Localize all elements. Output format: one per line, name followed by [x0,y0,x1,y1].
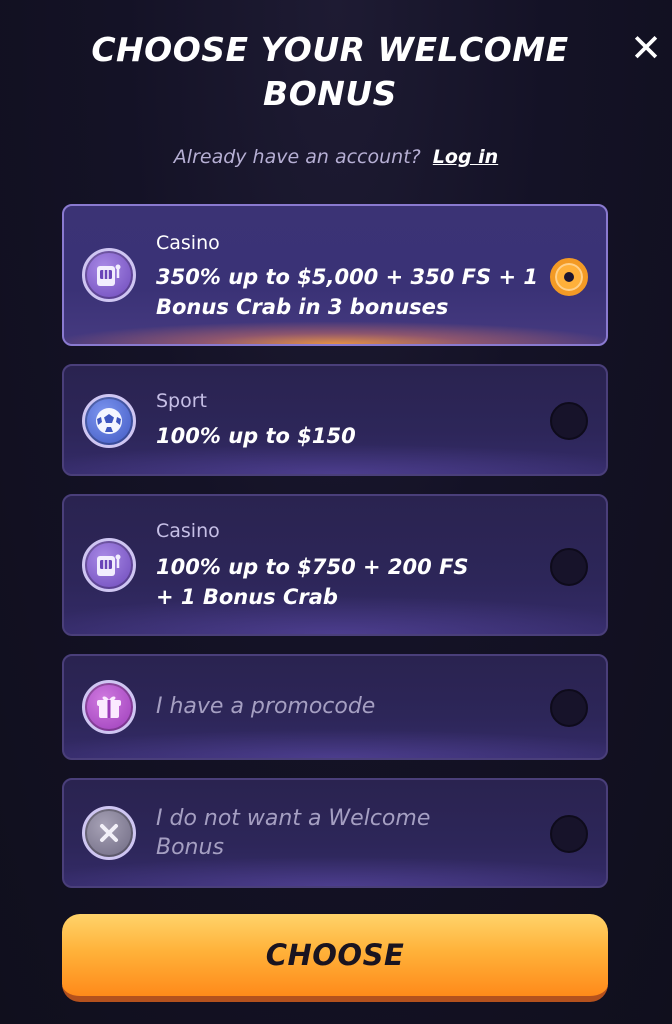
slot-machine-icon [82,538,136,592]
slot-machine-icon [82,248,136,302]
offer-line-2: + 1 Bonus Crab [156,585,338,609]
option-offer: 100% up to $150 [156,424,356,448]
no-bonus-line-1: I do not want a Welcome [156,806,431,831]
offer-line-1: 100% up to $750 + 200 FS [156,555,469,579]
option-category: Sport [156,390,208,412]
radio-unselected[interactable] [550,689,588,727]
close-button[interactable]: ✕ [626,28,666,68]
close-icon: ✕ [630,26,662,70]
login-question: Already have an account? [173,146,421,168]
modal-header: CHOOSE YOUR WELCOME BONUS ✕ [0,0,672,200]
option-category: Casino [156,232,220,254]
bonus-option-sport-150[interactable]: Sport 100% up to $150 [62,364,608,476]
gift-icon [82,680,136,734]
soccer-ball-icon [82,394,136,448]
option-offer: 100% up to $750 + 200 FS + 1 Bonus Crab [156,552,546,612]
option-offer: 350% up to $5,000 + 350 FS + 1 Bonus Cra… [156,262,546,322]
radio-unselected[interactable] [550,815,588,853]
radio-selected[interactable] [550,258,588,296]
choose-button[interactable]: CHOOSE [62,914,608,1002]
modal-title: CHOOSE YOUR WELCOME BONUS [80,28,580,116]
option-category: Casino [156,520,220,542]
x-circle-icon [82,806,136,860]
title-line-2: BONUS [263,74,397,113]
title-line-1: CHOOSE YOUR WELCOME [91,30,569,69]
login-prompt: Already have an account? Log in [0,146,672,168]
radio-unselected[interactable] [550,548,588,586]
promocode-label: I have a promocode [156,694,376,719]
radio-unselected[interactable] [550,402,588,440]
offer-line-1: 350% up to $5,000 + 350 FS + 1 [156,265,538,289]
bonus-option-none[interactable]: I do not want a Welcome Bonus [62,778,608,888]
offer-line-2: Bonus Crab in 3 bonuses [156,295,449,319]
bonus-option-casino-750[interactable]: Casino 100% up to $750 + 200 FS + 1 Bonu… [62,494,608,636]
bonus-option-promocode[interactable]: I have a promocode [62,654,608,760]
card-glow [64,717,606,758]
login-link[interactable]: Log in [433,146,498,168]
no-bonus-line-2: Bonus [156,835,224,860]
bonus-option-casino-350[interactable]: Casino 350% up to $5,000 + 350 FS + 1 Bo… [62,204,608,346]
no-bonus-label: I do not want a Welcome Bonus [156,804,546,862]
